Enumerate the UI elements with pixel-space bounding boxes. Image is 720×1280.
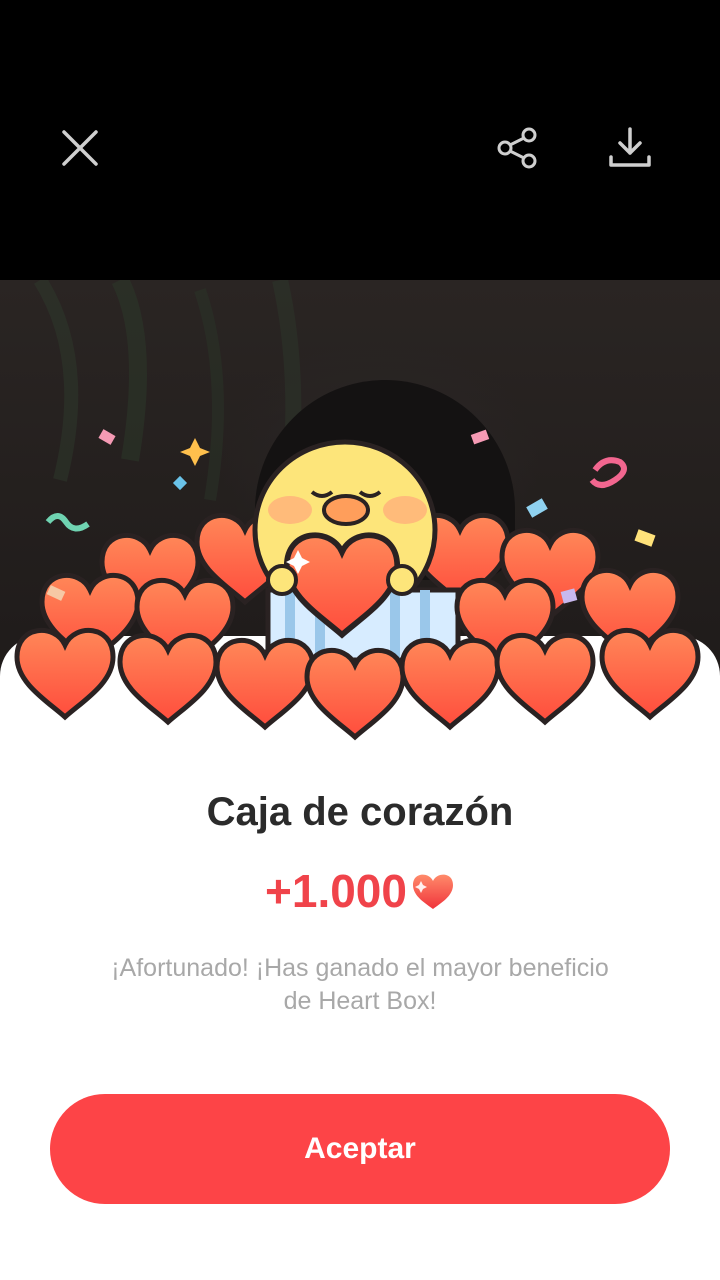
dialog-title: Caja de corazón	[206, 790, 514, 834]
download-button[interactable]	[598, 116, 662, 180]
heart-box-illustration	[0, 429, 720, 760]
reward-message: ¡Afortunado! ¡Has ganado el mayor benefi…	[111, 954, 609, 1015]
close-button[interactable]	[48, 116, 112, 180]
reward-amount: +1.000	[265, 865, 407, 917]
accept-button[interactable]: Aceptar	[50, 1094, 670, 1204]
share-button[interactable]	[486, 116, 550, 180]
heart-icon	[412, 874, 453, 909]
reward-amount-row: +1.000	[0, 864, 720, 918]
share-icon	[497, 127, 537, 169]
top-bar	[0, 0, 720, 280]
close-icon	[62, 130, 98, 166]
download-icon	[609, 127, 651, 167]
